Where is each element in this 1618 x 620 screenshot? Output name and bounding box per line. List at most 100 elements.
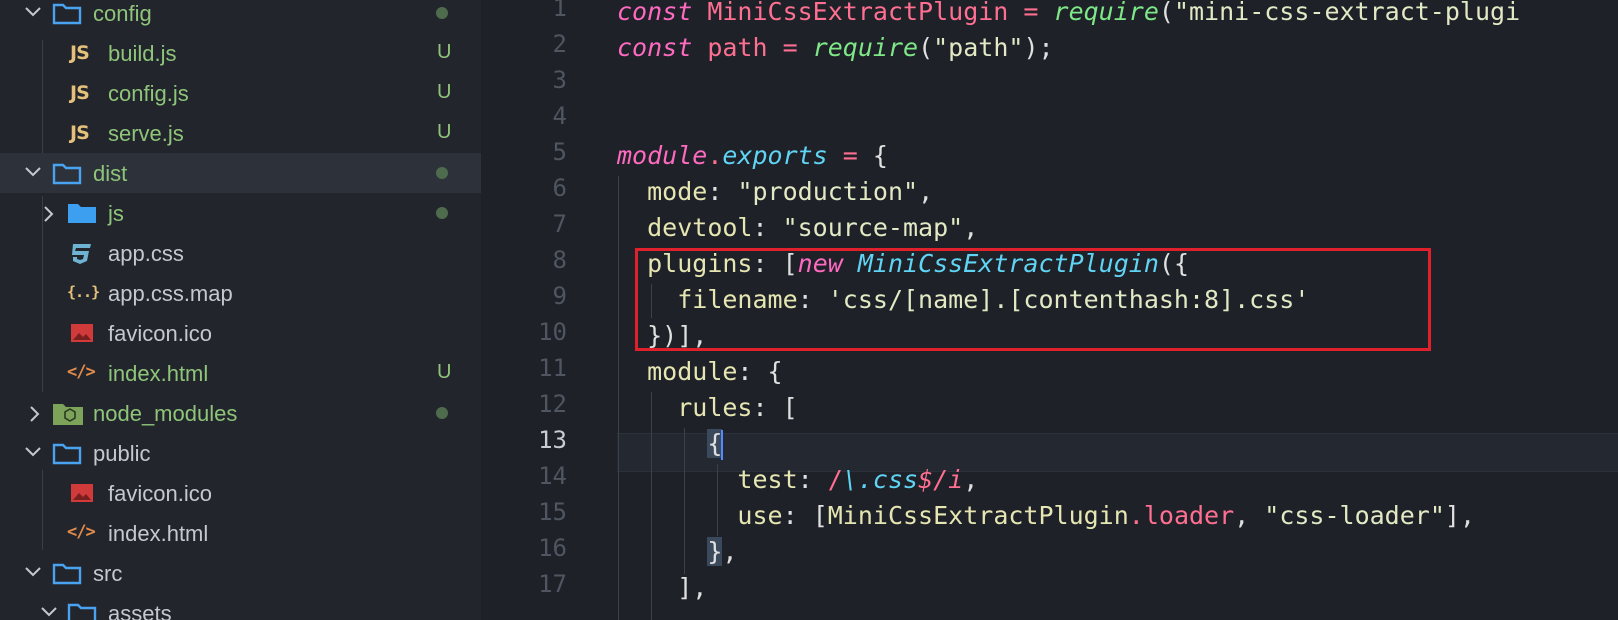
token-punctuation: , xyxy=(692,573,708,602)
tree-item-assets[interactable]: assets xyxy=(0,593,481,620)
modified-dot xyxy=(436,7,448,19)
json-file-icon: {..} xyxy=(67,283,100,301)
token-string: "mini-css-extract-plugi xyxy=(1173,0,1521,26)
token-punctuation: : xyxy=(752,213,783,242)
matched-bracket: { xyxy=(707,429,723,458)
chevron-down-icon xyxy=(22,0,42,33)
token-punctuation: : xyxy=(752,393,783,422)
js-file-icon: JS xyxy=(70,122,90,144)
tree-item-label: public xyxy=(93,441,151,466)
line-number: 7 xyxy=(552,210,567,238)
code-line-2[interactable]: const path = require("path"); xyxy=(617,30,1054,66)
line-number: 14 xyxy=(538,462,567,490)
tree-item-label: dist xyxy=(93,161,128,186)
tree-item-app-css[interactable]: app.css xyxy=(0,233,481,273)
code-line-6[interactable]: mode: "production", xyxy=(617,174,933,210)
tree-item-label: serve.js xyxy=(108,121,184,146)
text-cursor xyxy=(721,430,724,460)
tree-item-label: src xyxy=(93,561,123,586)
html-file-icon: </> xyxy=(67,362,96,382)
css-file-icon xyxy=(68,233,100,273)
token-punctuation: , xyxy=(1234,501,1265,530)
tree-item-node-modules[interactable]: node_modules xyxy=(0,393,481,433)
token-function: require xyxy=(1053,0,1159,26)
chevron-right-icon xyxy=(40,193,60,233)
token-member: loader xyxy=(1143,501,1235,530)
token-punctuation: , xyxy=(918,177,934,206)
tree-item-dist[interactable]: dist xyxy=(0,153,481,193)
token-punctuation: , xyxy=(963,465,979,494)
line-number: 15 xyxy=(538,498,567,526)
html-file-icon: </> xyxy=(67,522,96,542)
tree-item-label: build.js xyxy=(108,41,177,66)
tree-item-index-html[interactable]: </> index.html xyxy=(0,513,481,553)
token-operator: = xyxy=(767,33,813,62)
code-line-17[interactable]: ], xyxy=(617,570,707,606)
code-line-15[interactable]: use: [MiniCssExtractPlugin.loader, "css-… xyxy=(617,498,1475,534)
code-line-16[interactable]: }, xyxy=(617,534,737,570)
token-regex: $/i xyxy=(918,465,964,494)
code-line-7[interactable]: devtool: "source-map", xyxy=(617,210,978,246)
tree-item-label: config.js xyxy=(108,81,189,106)
token-property: devtool xyxy=(647,213,753,242)
code-line-12[interactable]: rules: [ xyxy=(617,390,797,426)
token-punctuation: : xyxy=(782,501,813,530)
tree-item-label: js xyxy=(108,201,124,226)
chevron-right-icon xyxy=(26,393,46,433)
code-line-1[interactable]: const MiniCssExtractPlugin = require("mi… xyxy=(617,0,1520,30)
tree-item-build-js[interactable]: JS build.js U xyxy=(0,33,481,73)
code-line-14[interactable]: test: /\.css$/i, xyxy=(617,462,978,498)
tree-item-public[interactable]: public xyxy=(0,433,481,473)
token-regex: \.css xyxy=(842,465,919,494)
code-line-13[interactable]: { xyxy=(617,426,724,462)
line-number: 3 xyxy=(552,66,567,94)
tree-item-favicon-ico[interactable]: favicon.ico xyxy=(0,313,481,353)
token-regex: / xyxy=(827,465,843,494)
token-variable: MiniCssExtractPlugin xyxy=(707,0,1009,26)
image-file-icon xyxy=(70,313,102,353)
tree-item-app-css-map[interactable]: {..} app.css.map xyxy=(0,273,481,313)
token-keyword: const xyxy=(617,0,693,26)
tree-item-label: index.html xyxy=(108,521,209,546)
tree-item-label: node_modules xyxy=(93,401,238,426)
token-punctuation: , xyxy=(722,537,738,566)
tree-item-label: favicon.ico xyxy=(108,481,212,506)
token-member: exports xyxy=(722,141,828,170)
token-string: "production" xyxy=(737,177,919,206)
token-string: "path" xyxy=(933,33,1024,62)
image-file-icon xyxy=(70,473,102,513)
code-editor[interactable]: 1 2 3 4 5 6 7 8 9 10 11 12 13 14 15 16 1… xyxy=(481,0,1618,620)
chevron-down-icon xyxy=(22,153,42,193)
tree-item-config[interactable]: config xyxy=(0,0,481,33)
folder-open-icon xyxy=(52,433,84,473)
token-function: require xyxy=(812,33,919,62)
token-property: module xyxy=(647,357,738,386)
token-punctuation: . xyxy=(707,141,723,170)
untracked-badge: U xyxy=(437,361,452,383)
folder-open-icon xyxy=(52,553,84,593)
line-number: 1 xyxy=(552,0,567,22)
token-punctuation: ); xyxy=(1023,33,1054,62)
code-line-11[interactable]: module: { xyxy=(617,354,782,390)
token-punctuation: ] xyxy=(677,573,693,602)
line-number: 11 xyxy=(538,354,567,382)
code-line-5[interactable]: module.exports = { xyxy=(617,138,888,174)
token-string: "css-loader" xyxy=(1264,501,1445,530)
line-number: 2 xyxy=(552,30,567,58)
token-string: "source-map" xyxy=(782,213,964,242)
modified-dot xyxy=(436,407,448,419)
token-punctuation: . xyxy=(1128,501,1144,530)
line-number: 9 xyxy=(552,282,567,310)
untracked-badge: U xyxy=(437,121,452,143)
token-punctuation: : xyxy=(737,357,768,386)
tree-item-src[interactable]: src xyxy=(0,553,481,593)
line-number-active: 13 xyxy=(538,426,567,454)
tree-item-label: assets xyxy=(108,601,172,620)
matched-bracket: } xyxy=(707,537,723,566)
tree-item-config-js[interactable]: JS config.js U xyxy=(0,73,481,113)
tree-item-js-folder[interactable]: js xyxy=(0,193,481,233)
token-punctuation: ( xyxy=(918,33,934,62)
tree-item-index-html[interactable]: </> index.html U xyxy=(0,353,481,393)
tree-item-serve-js[interactable]: JS serve.js U xyxy=(0,113,481,153)
tree-item-favicon-ico[interactable]: favicon.ico xyxy=(0,473,481,513)
